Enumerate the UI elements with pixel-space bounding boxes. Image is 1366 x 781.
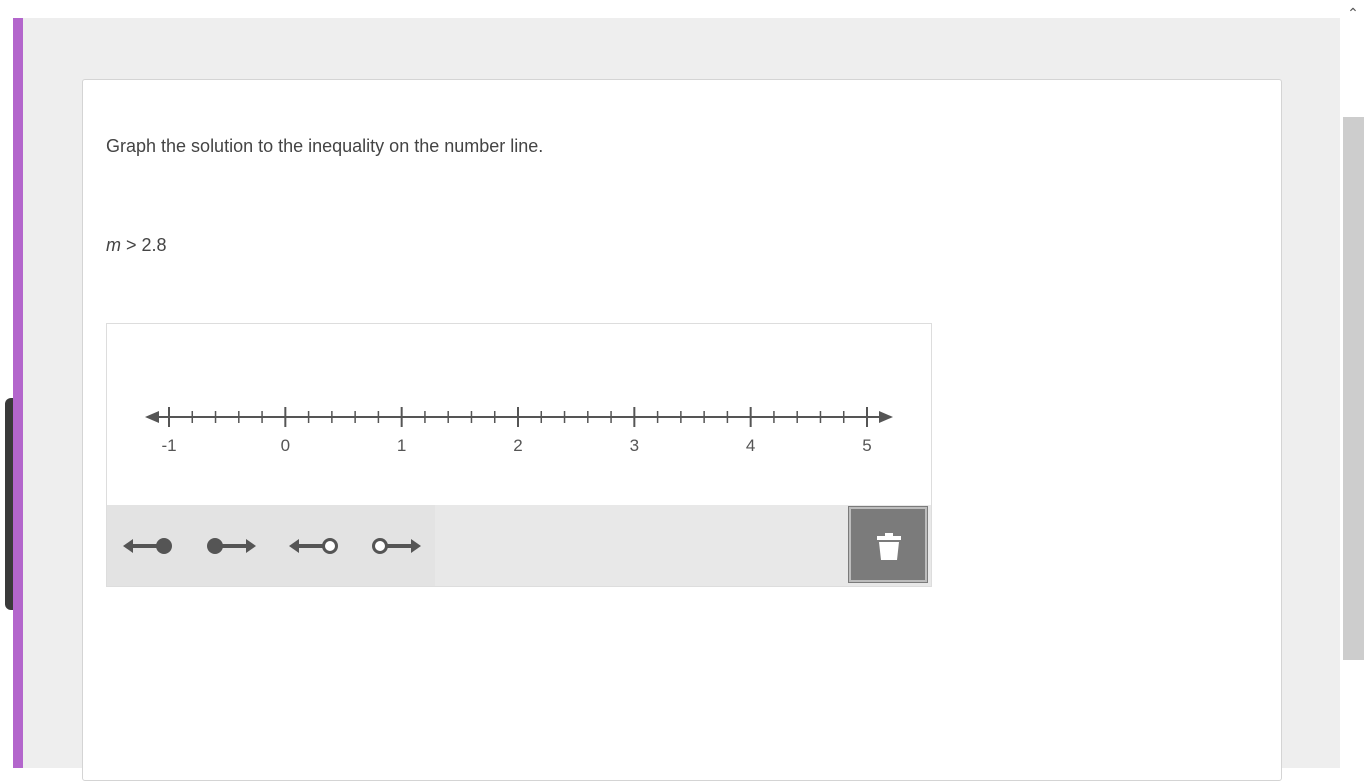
ray-left-closed-icon: [123, 538, 172, 554]
ray-right-open-icon: [372, 538, 421, 554]
side-tab[interactable]: [5, 398, 13, 610]
axis-left-arrow-icon: [145, 411, 159, 423]
ray-left-open-icon: [289, 538, 338, 554]
scrollbar-thumb[interactable]: [1343, 117, 1364, 660]
tick-label: 2: [513, 436, 522, 455]
tick-label: 0: [281, 436, 290, 455]
ray-right-closed-icon: [207, 538, 256, 554]
open-left-ray-button[interactable]: [287, 531, 343, 561]
number-line[interactable]: -1 0 1 2 3 4 5: [107, 324, 931, 505]
question-prompt: Graph the solution to the inequality on …: [106, 136, 544, 156]
closed-left-ray-button[interactable]: [121, 531, 177, 561]
tick-label: 5: [862, 436, 871, 455]
scroll-up-icon[interactable]: ⌃: [1345, 6, 1361, 20]
number-line-widget: -1 0 1 2 3 4 5: [106, 323, 932, 587]
left-accent-bar: [13, 18, 23, 768]
tick-label: -1: [161, 436, 176, 455]
tick-label: 1: [397, 436, 406, 455]
open-right-ray-button[interactable]: [369, 531, 425, 561]
trash-icon: [877, 533, 901, 560]
tick-label: 3: [630, 436, 639, 455]
tool-group: [107, 505, 435, 586]
tick-label: 4: [746, 436, 755, 455]
inequality-variable: m: [106, 235, 121, 255]
top-strip: [0, 0, 1366, 18]
inequality: m > 2.8: [106, 235, 167, 256]
closed-right-ray-button[interactable]: [204, 531, 260, 561]
axis-right-arrow-icon: [879, 411, 893, 423]
delete-button[interactable]: [848, 506, 928, 583]
inequality-expression: > 2.8: [121, 235, 167, 255]
graph-toolbar: [107, 505, 931, 586]
